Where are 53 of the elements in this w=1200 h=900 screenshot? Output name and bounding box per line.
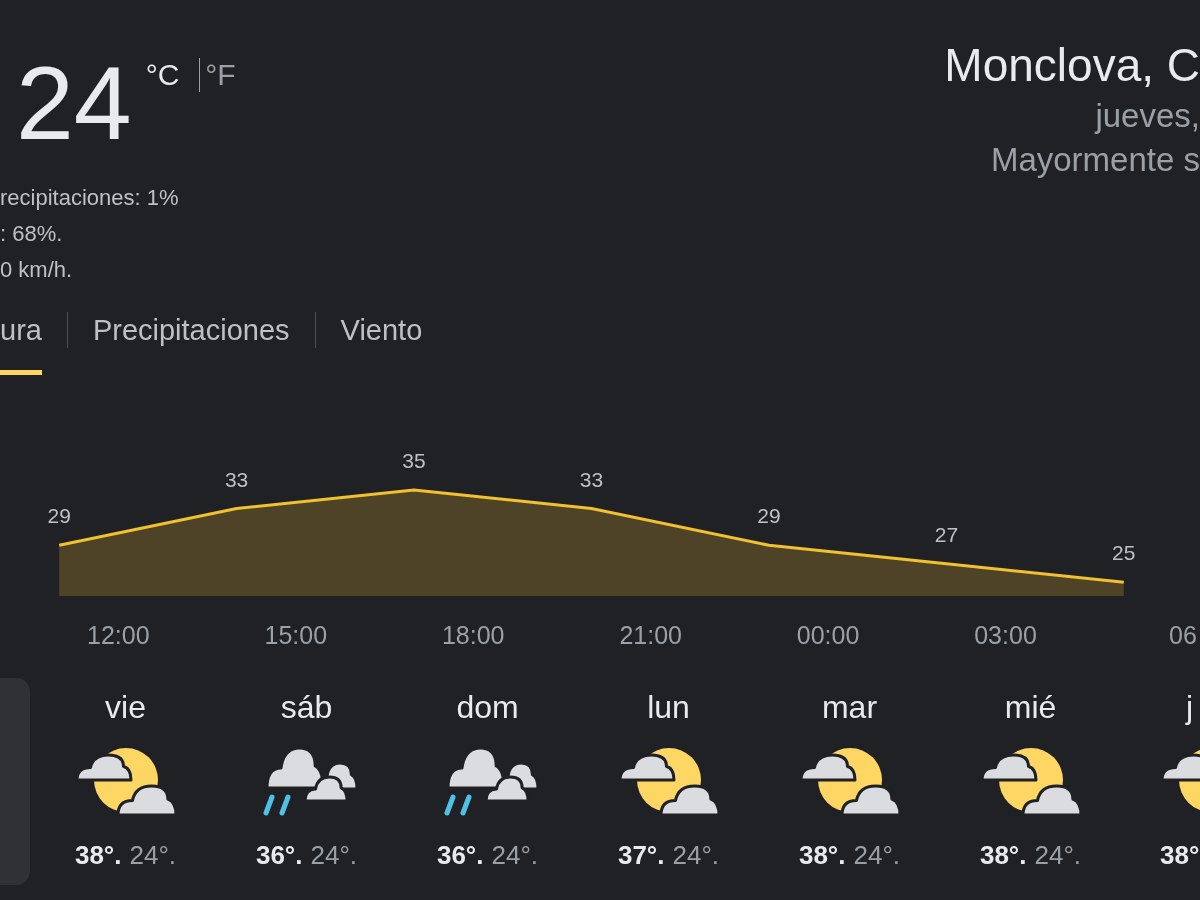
value-label: 27 (934, 522, 959, 546)
day-label: mar (821, 689, 878, 725)
day-label: j (1186, 689, 1194, 725)
low-temp: 24°. (672, 840, 720, 870)
high-temp: 38°. (798, 840, 846, 870)
day-label: lun (647, 689, 690, 725)
value-label: 33 (224, 467, 249, 491)
time-label: 03:00 (974, 621, 1037, 649)
day-tile[interactable]: sáb 36°. 24°. (216, 678, 397, 885)
high-temp: 38°. (979, 840, 1027, 870)
time-label: 00:00 (796, 621, 860, 649)
unit-toggle[interactable]: °F (205, 58, 236, 92)
time-label: 12:00 (87, 621, 150, 649)
location-title: Monclova, C (944, 39, 1200, 91)
low-temp: 24°. (1034, 840, 1082, 870)
day-tile[interactable]: mar 38°. 24°. (759, 678, 940, 885)
day-tile[interactable]: vie 38°. 24°. (35, 678, 216, 885)
weather-detail: recipitaciones: 1% (0, 184, 179, 212)
value-label: 29 (47, 504, 71, 528)
chart-tab[interactable]: Precipitaciones (92, 312, 290, 375)
time-label: 15:00 (264, 621, 328, 649)
weather-detail: : 68%. (0, 220, 63, 248)
condition-text: Mayormente s (990, 140, 1200, 180)
day-tile[interactable]: lun 37°. 24°. (578, 678, 759, 885)
value-label: 33 (579, 467, 604, 491)
value-label: 35 (402, 449, 426, 473)
day-label: mié (1004, 689, 1057, 725)
high-temp: 36°. (436, 840, 484, 870)
temperature-reading: 24 (15, 51, 132, 155)
chart-tab[interactable]: ura (0, 312, 42, 375)
day-tile[interactable]: j 38° (1121, 678, 1200, 885)
day-label: vie (105, 689, 146, 725)
weather-detail: 0 km/h. (0, 256, 73, 284)
low-temp: 24°. (853, 840, 901, 870)
high-temp: 38°. (74, 840, 122, 870)
day-label: dom (456, 689, 519, 725)
chart-tab[interactable]: Viento (340, 312, 423, 375)
day-tile[interactable]: mié 38°. 24°. (940, 678, 1121, 885)
time-label: 18:00 (441, 621, 505, 649)
high-temp: 37°. (617, 840, 665, 870)
date-text: jueves, (1095, 96, 1200, 136)
high-temp: 36°. (255, 840, 303, 870)
low-temp: 24°. (491, 840, 539, 870)
low-temp: 24°. (310, 840, 358, 870)
high-temp: 38° (1160, 840, 1200, 870)
low-temp: 24°. (129, 840, 177, 870)
day-tile[interactable]: dom 36°. 24°. (397, 678, 578, 885)
day-label: sáb (280, 689, 333, 725)
value-label: 25 (1112, 541, 1136, 565)
time-label: 06 (1169, 621, 1197, 649)
value-label: 29 (757, 504, 781, 528)
unit-toggle[interactable]: °C (145, 58, 180, 92)
time-label: 21:00 (619, 621, 682, 649)
